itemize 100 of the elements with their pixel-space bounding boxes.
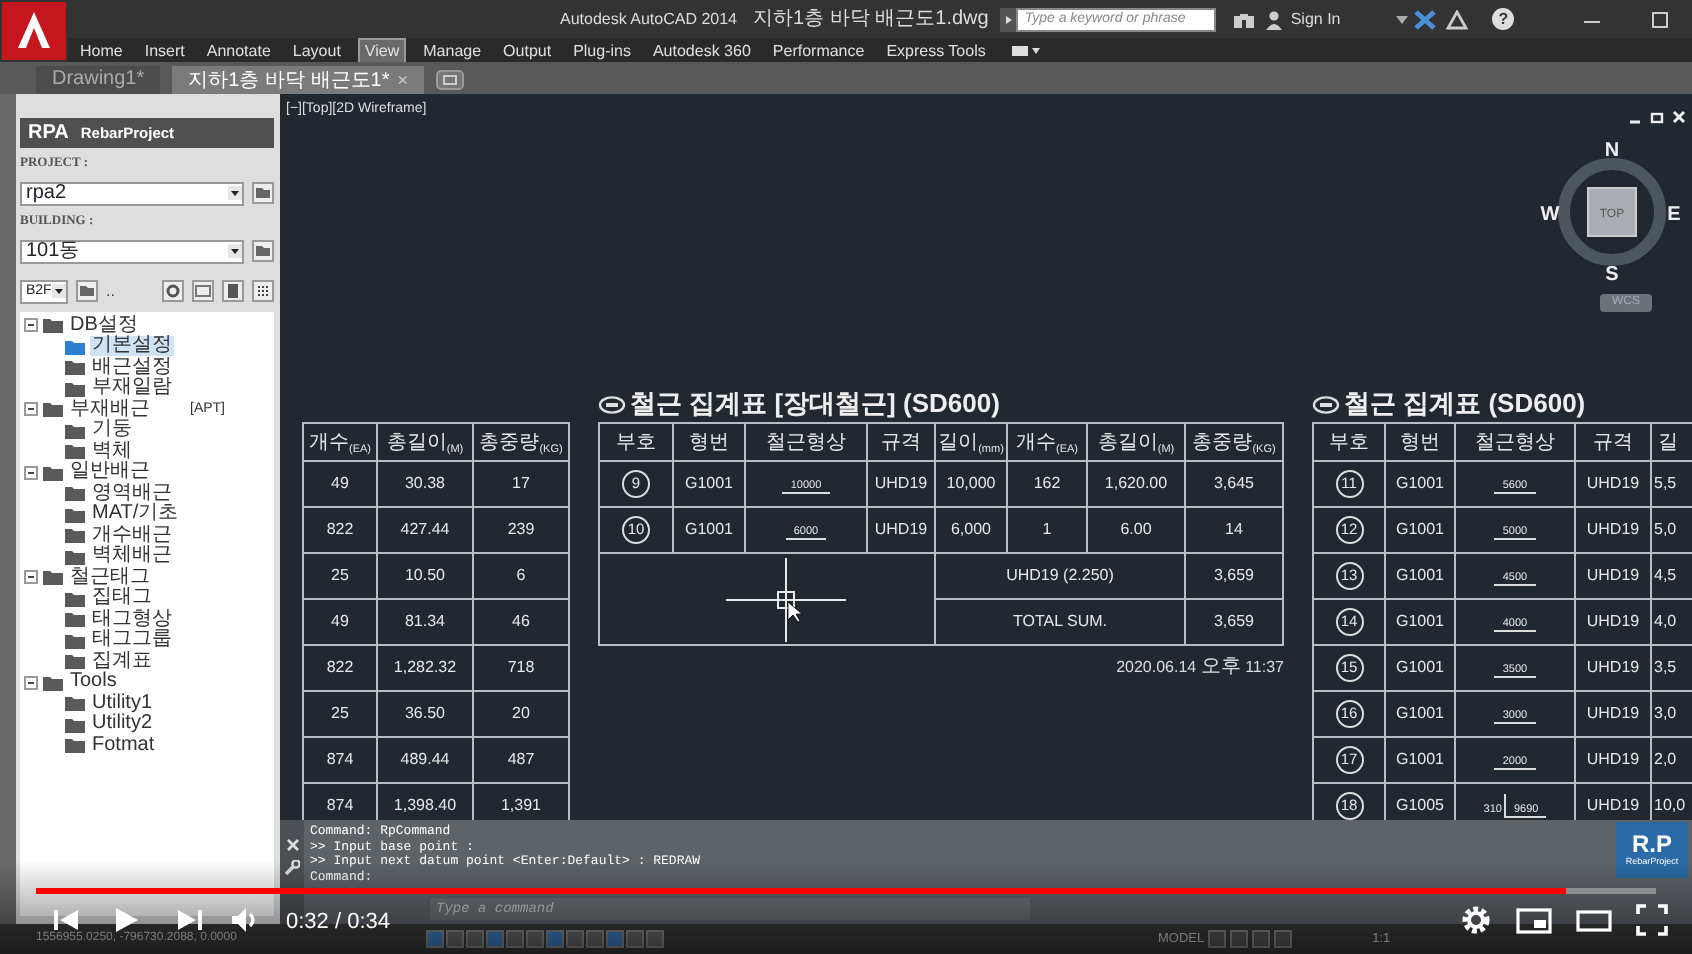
table-cell: UHD19 — [867, 461, 935, 507]
dropdown-field[interactable]: rpa2 — [20, 181, 244, 206]
table-cell: 49 — [303, 599, 377, 645]
tree-item[interactable]: 부재일람 — [90, 378, 174, 399]
tree-item[interactable]: 벽체배근 — [90, 546, 174, 567]
table-cell: 46 — [473, 599, 569, 645]
table-cell: UHD19 (2.250) — [935, 553, 1185, 599]
table-cell: 1 — [1007, 507, 1087, 553]
column-header: 총중량$_{(KG)}$ — [1185, 423, 1283, 461]
compass-direction[interactable]: W — [1540, 204, 1560, 226]
table-cell: 25 — [303, 553, 377, 599]
ribbon-tab[interactable]: Manage — [419, 39, 486, 61]
table-cell: G1001 — [1385, 461, 1455, 507]
table-cell: 162 — [1007, 461, 1087, 507]
table-cell: UHD19 — [867, 507, 935, 553]
ribbon-tab[interactable]: Home — [76, 39, 127, 61]
tree-item[interactable]: 부재배근 — [68, 399, 152, 420]
tree-item[interactable]: 철근태그 — [68, 567, 152, 588]
help-button[interactable]: ? — [1492, 8, 1515, 30]
tree-item[interactable]: MAT/기초 — [90, 504, 181, 525]
file-name: 지하1층 바닥 배근도1.dwg — [753, 6, 989, 34]
table-cell: 14 — [1185, 507, 1283, 553]
ribbon-tab[interactable]: Layout — [288, 39, 345, 61]
tree-item[interactable]: DB설정 — [68, 315, 140, 336]
ribbon-tab[interactable]: Performance — [768, 39, 869, 61]
tree-item[interactable]: Utility2 — [90, 714, 155, 735]
table-cell: G1001 — [1385, 599, 1455, 645]
table-cell: G1001 — [673, 461, 745, 507]
table-cell: G1001 — [673, 507, 745, 553]
column-header: 길 — [1651, 423, 1692, 461]
column-header: 길이$_{(mm)}$ — [935, 423, 1007, 461]
tree-item[interactable]: 개수배근 — [90, 525, 174, 546]
table-cell: UHD19 — [1575, 691, 1651, 737]
tree-item[interactable]: 태그형상 — [90, 609, 174, 630]
table-cell: 30.38 — [377, 461, 473, 507]
table-cell: 427.44 — [377, 507, 473, 553]
table-cell: G1001 — [1385, 737, 1455, 783]
tree-item[interactable]: Tools — [68, 672, 119, 693]
tree-item[interactable]: 벽체 — [90, 441, 134, 462]
table-cell: 6,000 — [935, 507, 1007, 553]
table-cell: G1001 — [1385, 645, 1455, 691]
table-title: 철근 집계표 (SD600) — [1344, 386, 1586, 423]
window-title: Autodesk AutoCAD 2014 — [560, 7, 738, 31]
ribbon-tab[interactable]: Annotate — [202, 39, 275, 61]
table-cell: 3,659 — [1185, 553, 1283, 599]
table-cell: UHD19 — [1575, 599, 1651, 645]
tree-item[interactable]: 기본설정 — [90, 336, 174, 357]
table-cell: 49 — [303, 461, 377, 507]
tree-item[interactable]: 영역배근 — [90, 483, 174, 504]
table-cell: 20 — [473, 691, 569, 737]
table-cell: 874 — [303, 737, 377, 783]
tree-item[interactable]: 집태그 — [90, 588, 154, 609]
table-cell: 718 — [473, 645, 569, 691]
tree-item[interactable]: 배근설정 — [90, 357, 174, 378]
table-cell: TOTAL SUM. — [935, 599, 1185, 645]
column-header: 규격 — [1575, 423, 1651, 461]
logo-text: R.P — [1631, 832, 1672, 856]
ribbon-tab[interactable]: Express Tools — [882, 39, 990, 61]
tree-item[interactable]: 기둥 — [90, 420, 134, 441]
column-header: 개수$_{(EA)}$ — [303, 423, 377, 461]
table-cell: 487 — [473, 737, 569, 783]
more-button[interactable]: .. — [106, 279, 115, 303]
panel-logo: RPA — [28, 120, 69, 148]
table-cell: UHD19 — [1575, 645, 1651, 691]
compass-direction[interactable]: N — [1604, 140, 1620, 162]
ribbon-tab[interactable]: Output — [499, 39, 556, 61]
table-cell: G1001 — [1385, 507, 1455, 553]
tree-item[interactable]: 태그그룹 — [90, 630, 174, 651]
column-header: 총중량$_{(KG)}$ — [473, 423, 569, 461]
ribbon-tab[interactable]: Plug-ins — [569, 39, 635, 61]
ribbon-tab[interactable]: Autodesk 360 — [648, 39, 755, 61]
column-header: 규격 — [867, 423, 935, 461]
tree-item[interactable]: 집계표 — [90, 651, 154, 672]
dropdown-field[interactable]: 101동 — [20, 239, 244, 263]
column-header: 철근형상 — [745, 423, 867, 461]
table-cell: 25 — [303, 691, 377, 737]
table-cell: 81.34 — [377, 599, 473, 645]
tree-item[interactable]: 일반배근 — [68, 462, 152, 483]
column-header: 부호 — [1313, 423, 1385, 461]
column-header: 형번 — [673, 423, 745, 461]
document-tab[interactable]: 지하1층 바닥 배근도1* × — [172, 66, 424, 94]
column-header: 부호 — [599, 423, 673, 461]
table-cell: G1001 — [1385, 553, 1455, 599]
table-cell: 1,282.32 — [377, 645, 473, 691]
sign-in-link[interactable]: Sign In — [1290, 7, 1341, 31]
table-cell: UHD19 — [1575, 737, 1651, 783]
document-tab[interactable]: Drawing1* — [36, 66, 161, 94]
tree-item[interactable]: Fotmat — [90, 735, 157, 756]
ribbon-tab[interactable]: Insert — [140, 39, 189, 61]
timestamp: 2020.06.14 오후 11:37 — [1116, 658, 1284, 676]
compass-direction[interactable]: S — [1605, 264, 1619, 286]
table-cell: 36.50 — [377, 691, 473, 737]
compass-direction[interactable]: E — [1667, 204, 1681, 226]
table-cell: 1,620.00 — [1087, 461, 1185, 507]
column-header: 총길이$_{(M)}$ — [1087, 423, 1185, 461]
column-header: 총길이$_{(M)}$ — [377, 423, 473, 461]
column-header: 철근형상 — [1455, 423, 1575, 461]
tree-item[interactable]: Utility1 — [90, 693, 155, 714]
ribbon-tab[interactable]: View — [358, 37, 406, 63]
table-cell: G1001 — [1385, 691, 1455, 737]
